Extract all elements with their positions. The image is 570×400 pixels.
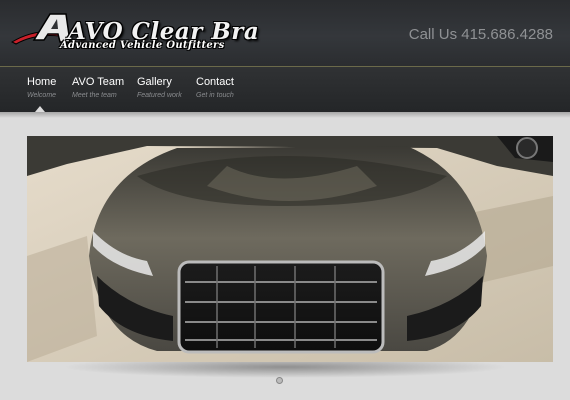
- nav-item-gallery[interactable]: Gallery Featured work: [137, 76, 182, 100]
- nav-item-subtitle: Meet the team: [72, 92, 117, 99]
- active-nav-pointer-icon: [35, 106, 45, 112]
- logo-subtitle: Advanced Vehicle Outfitters: [60, 40, 225, 51]
- slider-pagination-dot[interactable]: [276, 377, 283, 384]
- nav-item-label: Contact: [196, 76, 234, 88]
- nav-item-subtitle: Get in touch: [196, 92, 234, 99]
- logo[interactable]: AVO Clear Bra Advanced Vehicle Outfitter…: [10, 8, 259, 56]
- hero-slider[interactable]: [27, 136, 553, 362]
- site-header: AVO Clear Bra Advanced Vehicle Outfitter…: [0, 0, 570, 66]
- nav-item-avo-team[interactable]: AVO Team Meet the team: [72, 76, 125, 100]
- main-nav: Home Welcome AVO Team Meet the team Gall…: [0, 67, 570, 112]
- hero-car-photo: [27, 136, 553, 362]
- phone-number: Call Us 415.686.4288: [408, 26, 553, 43]
- nav-item-label: Gallery: [137, 76, 172, 88]
- nav-item-label: AVO Team: [72, 76, 125, 88]
- nav-shadow: [0, 112, 570, 118]
- nav-item-contact[interactable]: Contact Get in touch: [196, 76, 234, 100]
- nav-item-home[interactable]: Home Welcome: [27, 76, 57, 100]
- nav-item-label: Home: [27, 76, 57, 88]
- nav-item-subtitle: Welcome: [27, 92, 57, 99]
- nav-item-subtitle: Featured work: [137, 92, 182, 99]
